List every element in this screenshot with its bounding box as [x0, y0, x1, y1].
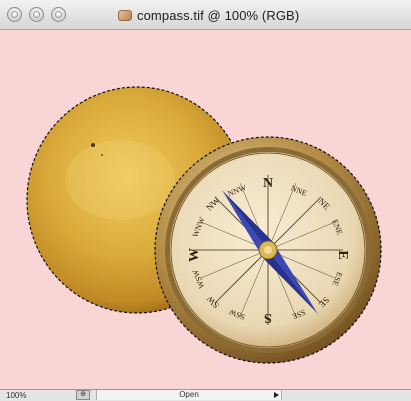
- title-bar[interactable]: compass.tif @ 100% (RGB): [0, 0, 411, 30]
- document-icon: [118, 9, 132, 21]
- compass-image: N NNW NNE NW NE WNW ENE W E WSW ESE SW S…: [26, 86, 382, 364]
- label-north: N: [263, 176, 273, 191]
- status-bar: 100% ⊕ Open: [0, 389, 411, 401]
- document-window: compass.tif @ 100% (RGB) N NNW NNE NW NE…: [0, 0, 411, 401]
- window-title: compass.tif @ 100% (RGB): [137, 7, 300, 23]
- status-info: Open: [96, 390, 282, 400]
- minimize-button[interactable]: [29, 7, 44, 22]
- label-east: E: [335, 250, 350, 259]
- image-canvas[interactable]: N NNW NNE NW NE WNW ENE W E WSW ESE SW S…: [0, 30, 411, 389]
- zoom-level[interactable]: 100%: [6, 391, 26, 400]
- triangle-right-icon[interactable]: [274, 392, 279, 398]
- label-west: W: [187, 248, 202, 262]
- navigate-icon[interactable]: ⊕: [76, 390, 90, 400]
- title-group: compass.tif @ 100% (RGB): [118, 7, 299, 23]
- close-button[interactable]: [7, 7, 22, 22]
- zoom-button[interactable]: [51, 7, 66, 22]
- label-south: S: [264, 310, 272, 325]
